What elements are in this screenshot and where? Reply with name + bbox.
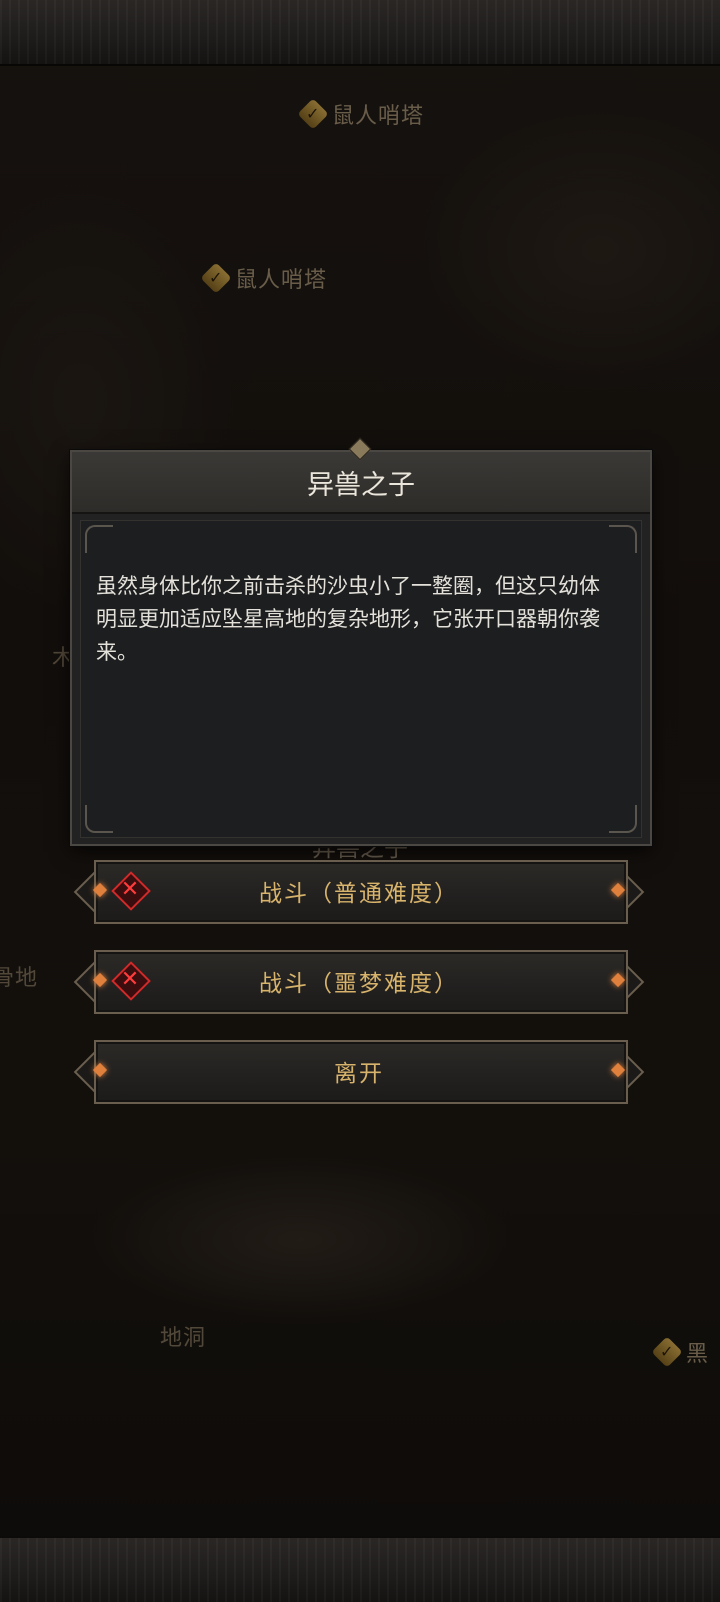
top-frame-border — [0, 0, 720, 66]
dialog-description: 虽然身体比你之前击杀的沙虫小了一整圈，但这只幼体明显更加适应坠星高地的复杂地形，… — [96, 574, 600, 664]
dialog-body — [80, 520, 642, 838]
button-label: 战斗（噩梦难度） — [259, 971, 459, 997]
dialog-title: 异兽之子 — [72, 452, 650, 514]
corner-ornament — [609, 805, 637, 833]
corner-ornament — [85, 805, 113, 833]
fight-normal-button[interactable]: ✕ 战斗（普通难度） — [73, 860, 645, 924]
event-dialog: 异兽之子 虽然身体比你之前击杀的沙虫小了一整圈，但这只幼体明显更加适应坠星高地的… — [70, 450, 652, 846]
leave-button[interactable]: 离开 — [73, 1040, 645, 1104]
bottom-frame-border — [0, 1536, 720, 1602]
button-label: 战斗（普通难度） — [259, 881, 459, 907]
corner-ornament — [609, 525, 637, 553]
button-label: 离开 — [334, 1061, 384, 1087]
corner-ornament — [85, 525, 113, 553]
fight-nightmare-button[interactable]: ✕ 战斗（噩梦难度） — [73, 950, 645, 1014]
